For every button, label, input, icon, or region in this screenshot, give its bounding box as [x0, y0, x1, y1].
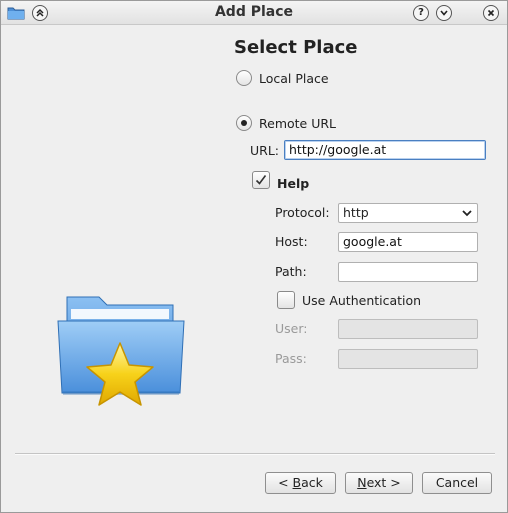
- use-authentication-label[interactable]: Use Authentication: [302, 293, 421, 308]
- close-button[interactable]: [483, 5, 499, 21]
- page-title: Select Place: [234, 37, 358, 58]
- help-label[interactable]: Help: [277, 176, 309, 191]
- back-button[interactable]: < Back: [265, 472, 336, 494]
- url-label: URL:: [250, 143, 280, 158]
- remote-url-radio[interactable]: [236, 115, 252, 131]
- user-input: [338, 319, 478, 339]
- url-input[interactable]: http://google.at: [284, 140, 486, 160]
- title-bar: Add Place ?: [1, 1, 507, 25]
- next-rest: ext >: [366, 475, 401, 490]
- next-mnemonic: N: [357, 475, 367, 490]
- path-label: Path:: [275, 264, 307, 279]
- add-place-dialog: Add Place ? Select Place Local Place Rem…: [0, 0, 508, 513]
- help-button[interactable]: ?: [413, 5, 429, 21]
- help-checkbox[interactable]: [252, 171, 270, 189]
- remote-url-label[interactable]: Remote URL: [259, 116, 336, 131]
- next-button[interactable]: Next >: [345, 472, 413, 494]
- local-place-radio[interactable]: [236, 70, 252, 86]
- chevron-down-icon: [440, 10, 448, 16]
- protocol-label: Protocol:: [275, 205, 330, 220]
- local-place-label[interactable]: Local Place: [259, 71, 329, 86]
- path-input[interactable]: [338, 262, 478, 282]
- question-icon: ?: [418, 7, 424, 18]
- button-separator: [15, 453, 495, 455]
- dropdown-arrow-icon: [462, 210, 472, 217]
- cancel-button[interactable]: Cancel: [422, 472, 492, 494]
- pass-input: [338, 349, 478, 369]
- window-title: Add Place: [214, 4, 294, 20]
- protocol-value: http: [343, 205, 369, 220]
- back-mnemonic: B: [292, 475, 302, 490]
- radio-selected-dot: [241, 120, 247, 126]
- use-authentication-checkbox[interactable]: [277, 291, 295, 309]
- back-prefix: <: [278, 475, 293, 490]
- close-icon: [487, 9, 495, 17]
- checkmark-icon: [255, 175, 267, 185]
- pass-label: Pass:: [275, 351, 307, 366]
- back-rest: ack: [301, 475, 323, 490]
- host-label: Host:: [275, 234, 308, 249]
- folder-star-icon: [57, 296, 185, 406]
- protocol-select[interactable]: http: [338, 203, 478, 223]
- host-input[interactable]: google.at: [338, 232, 478, 252]
- minimize-button[interactable]: [436, 5, 452, 21]
- user-label: User:: [275, 321, 308, 336]
